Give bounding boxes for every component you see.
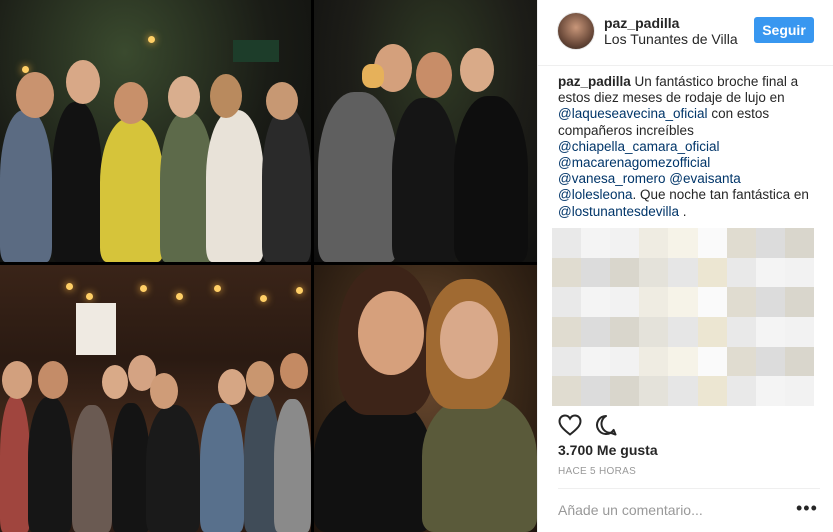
caption-text: .	[679, 203, 687, 219]
pixel-block	[552, 287, 582, 317]
header-username[interactable]: paz_padilla	[604, 15, 679, 31]
header-location[interactable]: Los Tunantes de Villa	[604, 31, 738, 47]
pixel-block	[726, 376, 756, 406]
photo-group-outdoor	[0, 0, 311, 262]
pixel-block	[697, 316, 727, 347]
comment-bar: •••	[558, 488, 820, 530]
photo-group-indoor	[0, 265, 311, 532]
photo-duo	[314, 265, 537, 532]
pixel-block	[697, 228, 727, 258]
pixel-block	[784, 316, 814, 347]
pixel-block	[668, 376, 698, 406]
pixel-block	[755, 316, 785, 347]
pixel-block	[552, 346, 582, 377]
pixel-block	[784, 257, 814, 288]
comment-icon[interactable]	[594, 413, 618, 437]
pixel-block	[639, 316, 669, 347]
pixel-block	[726, 287, 756, 317]
pixel-block	[581, 376, 611, 406]
pixel-block	[697, 287, 727, 317]
pixel-block	[726, 316, 756, 347]
post-header: paz_padilla Los Tunantes de Villa Seguir	[538, 0, 833, 66]
pixel-block	[726, 257, 756, 288]
pixel-block	[668, 287, 698, 317]
post-sidebar: paz_padilla Los Tunantes de Villa Seguir…	[537, 0, 833, 532]
caption-text: . Que noche tan fantástica en	[632, 187, 809, 203]
action-bar	[558, 413, 618, 437]
comment-input[interactable]	[558, 499, 788, 521]
post-image[interactable]	[0, 0, 537, 532]
pixel-block	[668, 257, 698, 288]
mention-link[interactable]: @chiapella_camara_oficial	[558, 139, 720, 154]
caption-username[interactable]: paz_padilla	[558, 74, 631, 89]
pixel-block	[639, 257, 669, 288]
post-timestamp: HACE 5 HORAS	[558, 466, 637, 477]
pixel-block	[697, 257, 727, 288]
pixel-block	[581, 316, 611, 347]
pixel-block	[610, 376, 640, 406]
photo-trio	[314, 0, 537, 262]
pixel-block	[552, 228, 582, 258]
mention-link[interactable]: @evaisanta	[669, 171, 741, 186]
pixel-block	[726, 346, 756, 377]
more-options-icon[interactable]: •••	[796, 499, 818, 517]
pixel-block	[581, 287, 611, 317]
pixel-block	[639, 228, 669, 258]
pixel-block	[610, 228, 640, 258]
pixel-block	[755, 257, 785, 288]
pixel-block	[610, 257, 640, 288]
pixel-block	[610, 287, 640, 317]
pixel-block	[755, 376, 785, 406]
pixel-block	[755, 228, 785, 258]
pixel-block	[784, 287, 814, 317]
mention-link[interactable]: @vanesa_romero	[558, 171, 666, 186]
mention-link[interactable]: @lostunantesdevilla	[558, 204, 679, 219]
pixel-block	[726, 228, 756, 258]
follow-button[interactable]: Seguir	[754, 17, 814, 43]
pixel-block	[552, 376, 582, 406]
pixel-block	[581, 257, 611, 288]
pixel-block	[668, 316, 698, 347]
pixel-block	[639, 376, 669, 406]
pixel-block	[610, 346, 640, 377]
pixel-block	[581, 346, 611, 377]
mention-link[interactable]: @lolesleona	[558, 187, 633, 202]
pixel-block	[639, 287, 669, 317]
pixel-block	[784, 376, 814, 406]
pixel-block	[755, 287, 785, 317]
pixel-block	[581, 228, 611, 258]
pixel-block	[784, 346, 814, 377]
avatar[interactable]	[557, 12, 595, 50]
pixel-block	[552, 257, 582, 288]
pixel-block	[784, 228, 814, 258]
pixel-block	[610, 316, 640, 347]
like-count[interactable]: 3.700 Me gusta	[558, 442, 658, 458]
mention-link[interactable]: @macarenagomezofficial	[558, 155, 710, 170]
heart-icon[interactable]	[558, 413, 582, 437]
pixel-block	[755, 346, 785, 377]
post-caption: paz_padilla Un fantástico broche final a…	[558, 74, 820, 220]
pixel-block	[639, 346, 669, 377]
pixel-block	[697, 376, 727, 406]
pixel-block	[668, 346, 698, 377]
pixel-block	[552, 316, 582, 347]
pixelated-comments	[552, 228, 814, 406]
mention-link[interactable]: @laqueseavecina_oficial	[558, 106, 708, 121]
pixel-block	[697, 346, 727, 377]
pixel-block	[668, 228, 698, 258]
